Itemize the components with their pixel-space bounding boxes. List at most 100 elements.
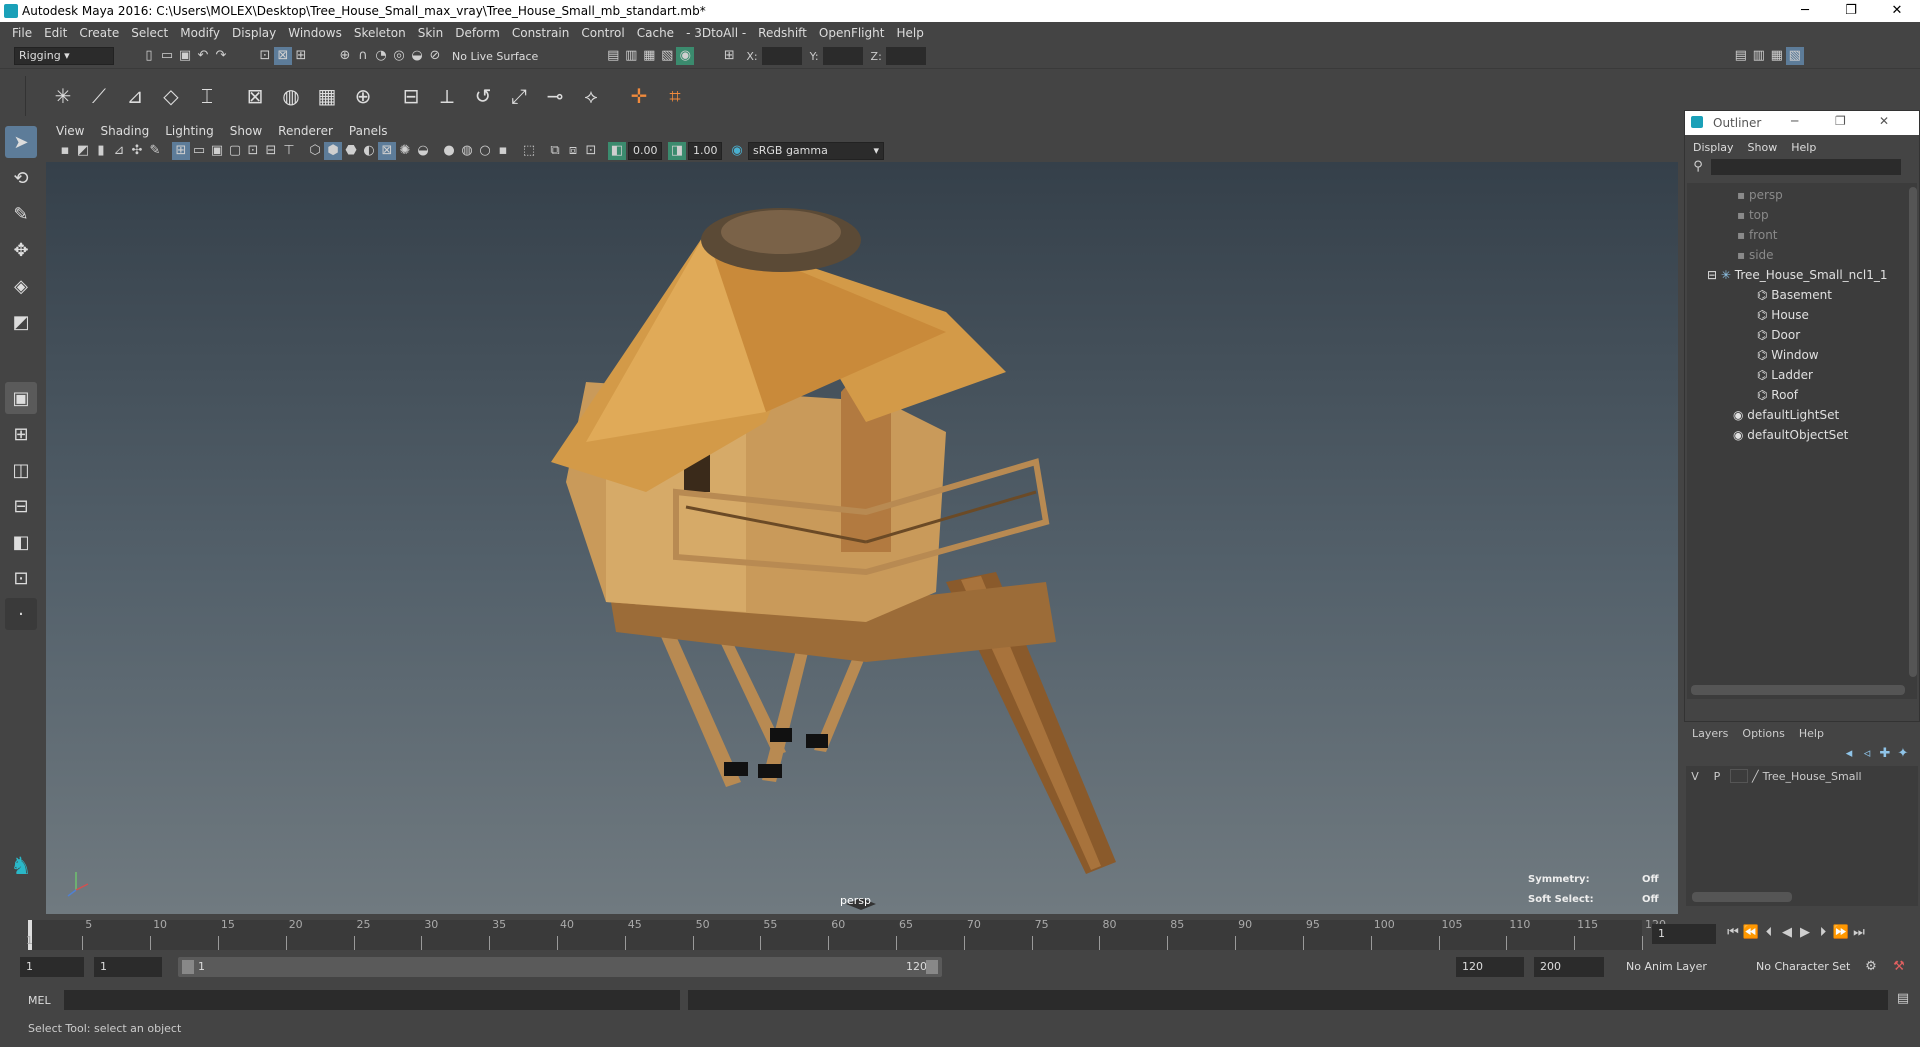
textured-icon[interactable]: ⊠ (378, 142, 396, 160)
joint-tool-icon[interactable]: ✳ (48, 81, 78, 111)
layers-menu-help[interactable]: Help (1799, 727, 1824, 740)
shadows-icon[interactable]: ◒ (414, 142, 432, 160)
layers-menu-options[interactable]: Options (1742, 727, 1784, 740)
lattice-icon[interactable]: ▦ (312, 81, 342, 111)
snap-curve-icon[interactable]: ∩ (354, 47, 372, 65)
shelf-tab-handle[interactable] (4, 75, 26, 116)
menu-redshift[interactable]: Redshift (758, 26, 807, 40)
outliner-item-door[interactable]: ⌬ Door (1687, 325, 1917, 345)
outliner-item-persp[interactable]: ▪ persp (1687, 185, 1917, 205)
menu-create[interactable]: Create (79, 26, 119, 40)
menu-control[interactable]: Control (581, 26, 624, 40)
move-layer-up-icon[interactable]: ◂ (1840, 745, 1858, 763)
color-management-icon[interactable]: ◉ (728, 142, 746, 160)
outliner-item-side[interactable]: ▪ side (1687, 245, 1917, 265)
wireframe-on-shaded-icon[interactable]: ⬣ (342, 142, 360, 160)
preferences-icon[interactable]: ⚒ (1890, 958, 1908, 976)
range-start-handle[interactable] (182, 960, 194, 974)
step-forward-key-icon[interactable]: ⏩ (1832, 924, 1850, 942)
animation-start-field[interactable]: 1 (20, 957, 84, 977)
menu-help[interactable]: Help (896, 26, 923, 40)
bind-skin-icon[interactable]: ⊠ (240, 81, 270, 111)
save-scene-icon[interactable]: ▣ (176, 47, 194, 65)
outliner-close-button[interactable]: ✕ (1879, 114, 1889, 128)
hik-skeleton-icon[interactable]: ✛ (624, 81, 654, 111)
depth-of-field-icon[interactable]: ▪ (494, 142, 512, 160)
select-hierarchy-icon[interactable]: ⊡ (256, 47, 274, 65)
layers-menu-layers[interactable]: Layers (1692, 727, 1728, 740)
vp-menu-show[interactable]: Show (230, 124, 262, 138)
persp-outliner-layout-icon[interactable]: ◫ (5, 454, 37, 486)
time-slider[interactable]: 1 5 10 15 20 25 30 35 40 45 50 55 60 65 70 75 80 85 90 95 1… (0, 914, 1920, 954)
outliner-item-front[interactable]: ▪ front (1687, 225, 1917, 245)
outliner-restore-button[interactable]: ❐ (1835, 114, 1846, 128)
smooth-shade-icon[interactable]: ⬢ (324, 142, 342, 160)
outliner-menu-show[interactable]: Show (1748, 141, 1778, 154)
outliner-item-window[interactable]: ⌬ Window (1687, 345, 1917, 365)
layer-color-swatch[interactable] (1730, 769, 1748, 783)
character-set-dropdown[interactable]: No Character Set (1756, 960, 1850, 973)
menu-windows[interactable]: Windows (288, 26, 342, 40)
new-scene-icon[interactable]: ▯ (140, 47, 158, 65)
outliner-minimize-button[interactable]: ─ (1791, 114, 1798, 128)
transform-input-icon[interactable]: ⊞ (720, 47, 738, 65)
cluster-icon[interactable]: ⊕ (348, 81, 378, 111)
anim-layer-dropdown[interactable]: No Anim Layer (1626, 960, 1707, 973)
outliner-item-basement[interactable]: ⌬ Basement (1687, 285, 1917, 305)
outliner-item-tree-house-group[interactable]: ⊟ ✳ Tree_House_Small_ncl1_1 (1687, 265, 1917, 285)
lights-icon[interactable]: ✺ (396, 142, 414, 160)
tool-settings-toggle-icon[interactable]: ▦ (1768, 47, 1786, 65)
go-to-end-icon[interactable]: ⏭ (1850, 924, 1868, 942)
select-object-icon[interactable]: ⊠ (274, 47, 292, 65)
tree-house-model[interactable] (46, 162, 1678, 914)
vp-menu-renderer[interactable]: Renderer (278, 124, 333, 138)
move-layer-down-icon[interactable]: ◃ (1858, 745, 1876, 763)
point-constraint-icon[interactable]: ⟂ (432, 81, 462, 111)
outliner-menu-display[interactable]: Display (1693, 141, 1734, 154)
hypershade-icon[interactable]: ◉ (676, 47, 695, 65)
y-field[interactable] (822, 47, 863, 65)
layer-horizontal-scrollbar[interactable] (1692, 892, 1792, 902)
new-layer-icon[interactable]: ✚ (1876, 745, 1894, 763)
render-settings-icon[interactable]: ▧ (658, 47, 676, 65)
rotate-tool-icon[interactable]: ◈ (5, 270, 37, 302)
ipr-render-icon[interactable]: ▦ (640, 47, 658, 65)
outliner-item-house[interactable]: ⌬ House (1687, 305, 1917, 325)
redo-icon[interactable]: ↷ (212, 47, 230, 65)
single-perspective-layout-icon[interactable]: ▣ (5, 382, 37, 414)
image-plane-icon[interactable]: ⊿ (110, 142, 128, 160)
view-transform-dropdown[interactable]: sRGB gamma ▾ (748, 142, 884, 160)
lasso-tool-icon[interactable]: ⟲ (5, 162, 37, 194)
outliner-horizontal-scrollbar[interactable] (1691, 685, 1905, 695)
modeling-toolkit-icon[interactable]: ▤ (1732, 47, 1750, 65)
menu-modify[interactable]: Modify (180, 26, 220, 40)
playback-start-field[interactable]: 1 (94, 957, 162, 977)
menu-deform[interactable]: Deform (455, 26, 500, 40)
animation-end-field[interactable]: 200 (1534, 957, 1604, 977)
outliner-item-ladder[interactable]: ⌬ Ladder (1687, 365, 1917, 385)
hik-character-icon[interactable]: ⌗ (660, 81, 690, 111)
camera-attributes-icon[interactable]: ◩ (74, 142, 92, 160)
range-end-handle[interactable] (926, 960, 938, 974)
command-input[interactable] (64, 990, 680, 1010)
paint-select-tool-icon[interactable]: ✎ (5, 198, 37, 230)
z-field[interactable] (885, 47, 926, 65)
default-material-icon[interactable]: ◐ (360, 142, 378, 160)
step-forward-frame-icon[interactable]: ⏵ (1814, 924, 1832, 942)
menu-cache[interactable]: Cache (637, 26, 674, 40)
paint-weights-icon[interactable]: ◍ (276, 81, 306, 111)
step-back-key-icon[interactable]: ⏪ (1742, 924, 1760, 942)
menu-openflight[interactable]: OpenFlight (819, 26, 885, 40)
exposure-icon[interactable]: ◧ (608, 142, 626, 160)
isolate-select-icon[interactable]: ⬚ (520, 142, 538, 160)
step-back-frame-icon[interactable]: ⏴ (1760, 924, 1778, 942)
persp-viewport[interactable]: persp Symmetry: Off Soft Select: Off (46, 162, 1678, 914)
go-to-start-icon[interactable]: ⏮ (1724, 924, 1742, 942)
resolution-gate-icon[interactable]: ▣ (208, 142, 226, 160)
orient-joint-icon[interactable]: ⌶ (192, 81, 222, 111)
xray-icon[interactable]: ⧉ (546, 142, 564, 160)
grease-pencil-icon[interactable]: ✎ (146, 142, 164, 160)
move-tool-icon[interactable]: ✥ (5, 234, 37, 266)
vp-menu-shading[interactable]: Shading (100, 124, 149, 138)
2d-pan-zoom-icon[interactable]: ✣ (128, 142, 146, 160)
